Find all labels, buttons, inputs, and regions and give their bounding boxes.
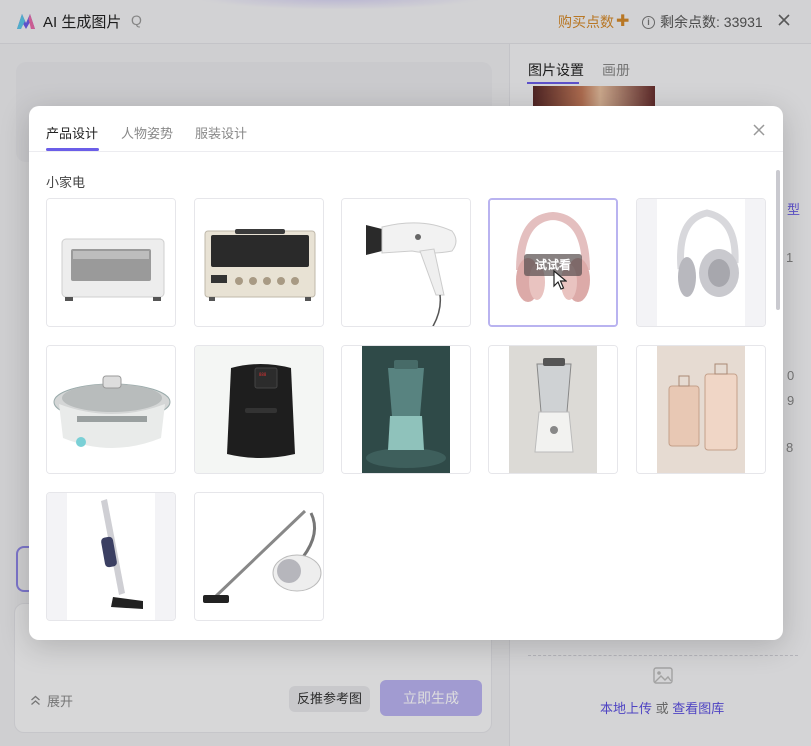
template-card-stick-vacuum[interactable] [46,492,176,621]
stick-vacuum-image [47,493,175,620]
tab-product-design[interactable]: 产品设计 [46,123,98,142]
svg-text:888: 888 [259,372,267,377]
template-card-headphones-silver[interactable] [636,198,766,327]
template-card-canister-vacuum[interactable] [194,492,324,621]
section-title: 小家电 [46,175,86,190]
luggage-image [637,346,765,473]
modal-tab-bar: 产品设计 人物姿势 服装设计 [29,106,783,152]
air-fryer-image: 888 [195,346,323,473]
hair-dryer-image [342,199,470,326]
template-card-blender-green[interactable] [341,345,471,474]
mouse-cursor-icon [553,270,567,290]
template-card-luggage[interactable] [636,345,766,474]
template-card-hot-pot[interactable] [46,345,176,474]
template-card-headphones-pink[interactable]: 试试看 [488,198,618,327]
modal-active-tab-indicator [46,148,99,151]
template-card-blender-white[interactable] [488,345,618,474]
tab-fashion-design[interactable]: 服装设计 [195,123,247,142]
template-card-toaster-oven-white[interactable] [46,198,176,327]
template-card-hair-dryer[interactable] [341,198,471,327]
toaster-oven-image [47,199,175,326]
tab-pose[interactable]: 人物姿势 [121,123,173,142]
template-picker-modal: 产品设计 人物姿势 服装设计 小家电 试试看 888 [29,106,783,640]
template-card-toaster-oven-cream[interactable] [194,198,324,327]
headphones-image [637,199,765,326]
toaster-oven-image [195,199,323,326]
template-card-air-fryer[interactable]: 888 [194,345,324,474]
canister-vacuum-image [195,493,323,620]
scrollbar[interactable] [776,170,780,310]
modal-close-icon[interactable] [751,122,767,138]
hot-pot-image [47,346,175,473]
blender-image [489,346,617,473]
template-grid: 试试看 888 [46,198,772,628]
blender-image [342,346,470,473]
